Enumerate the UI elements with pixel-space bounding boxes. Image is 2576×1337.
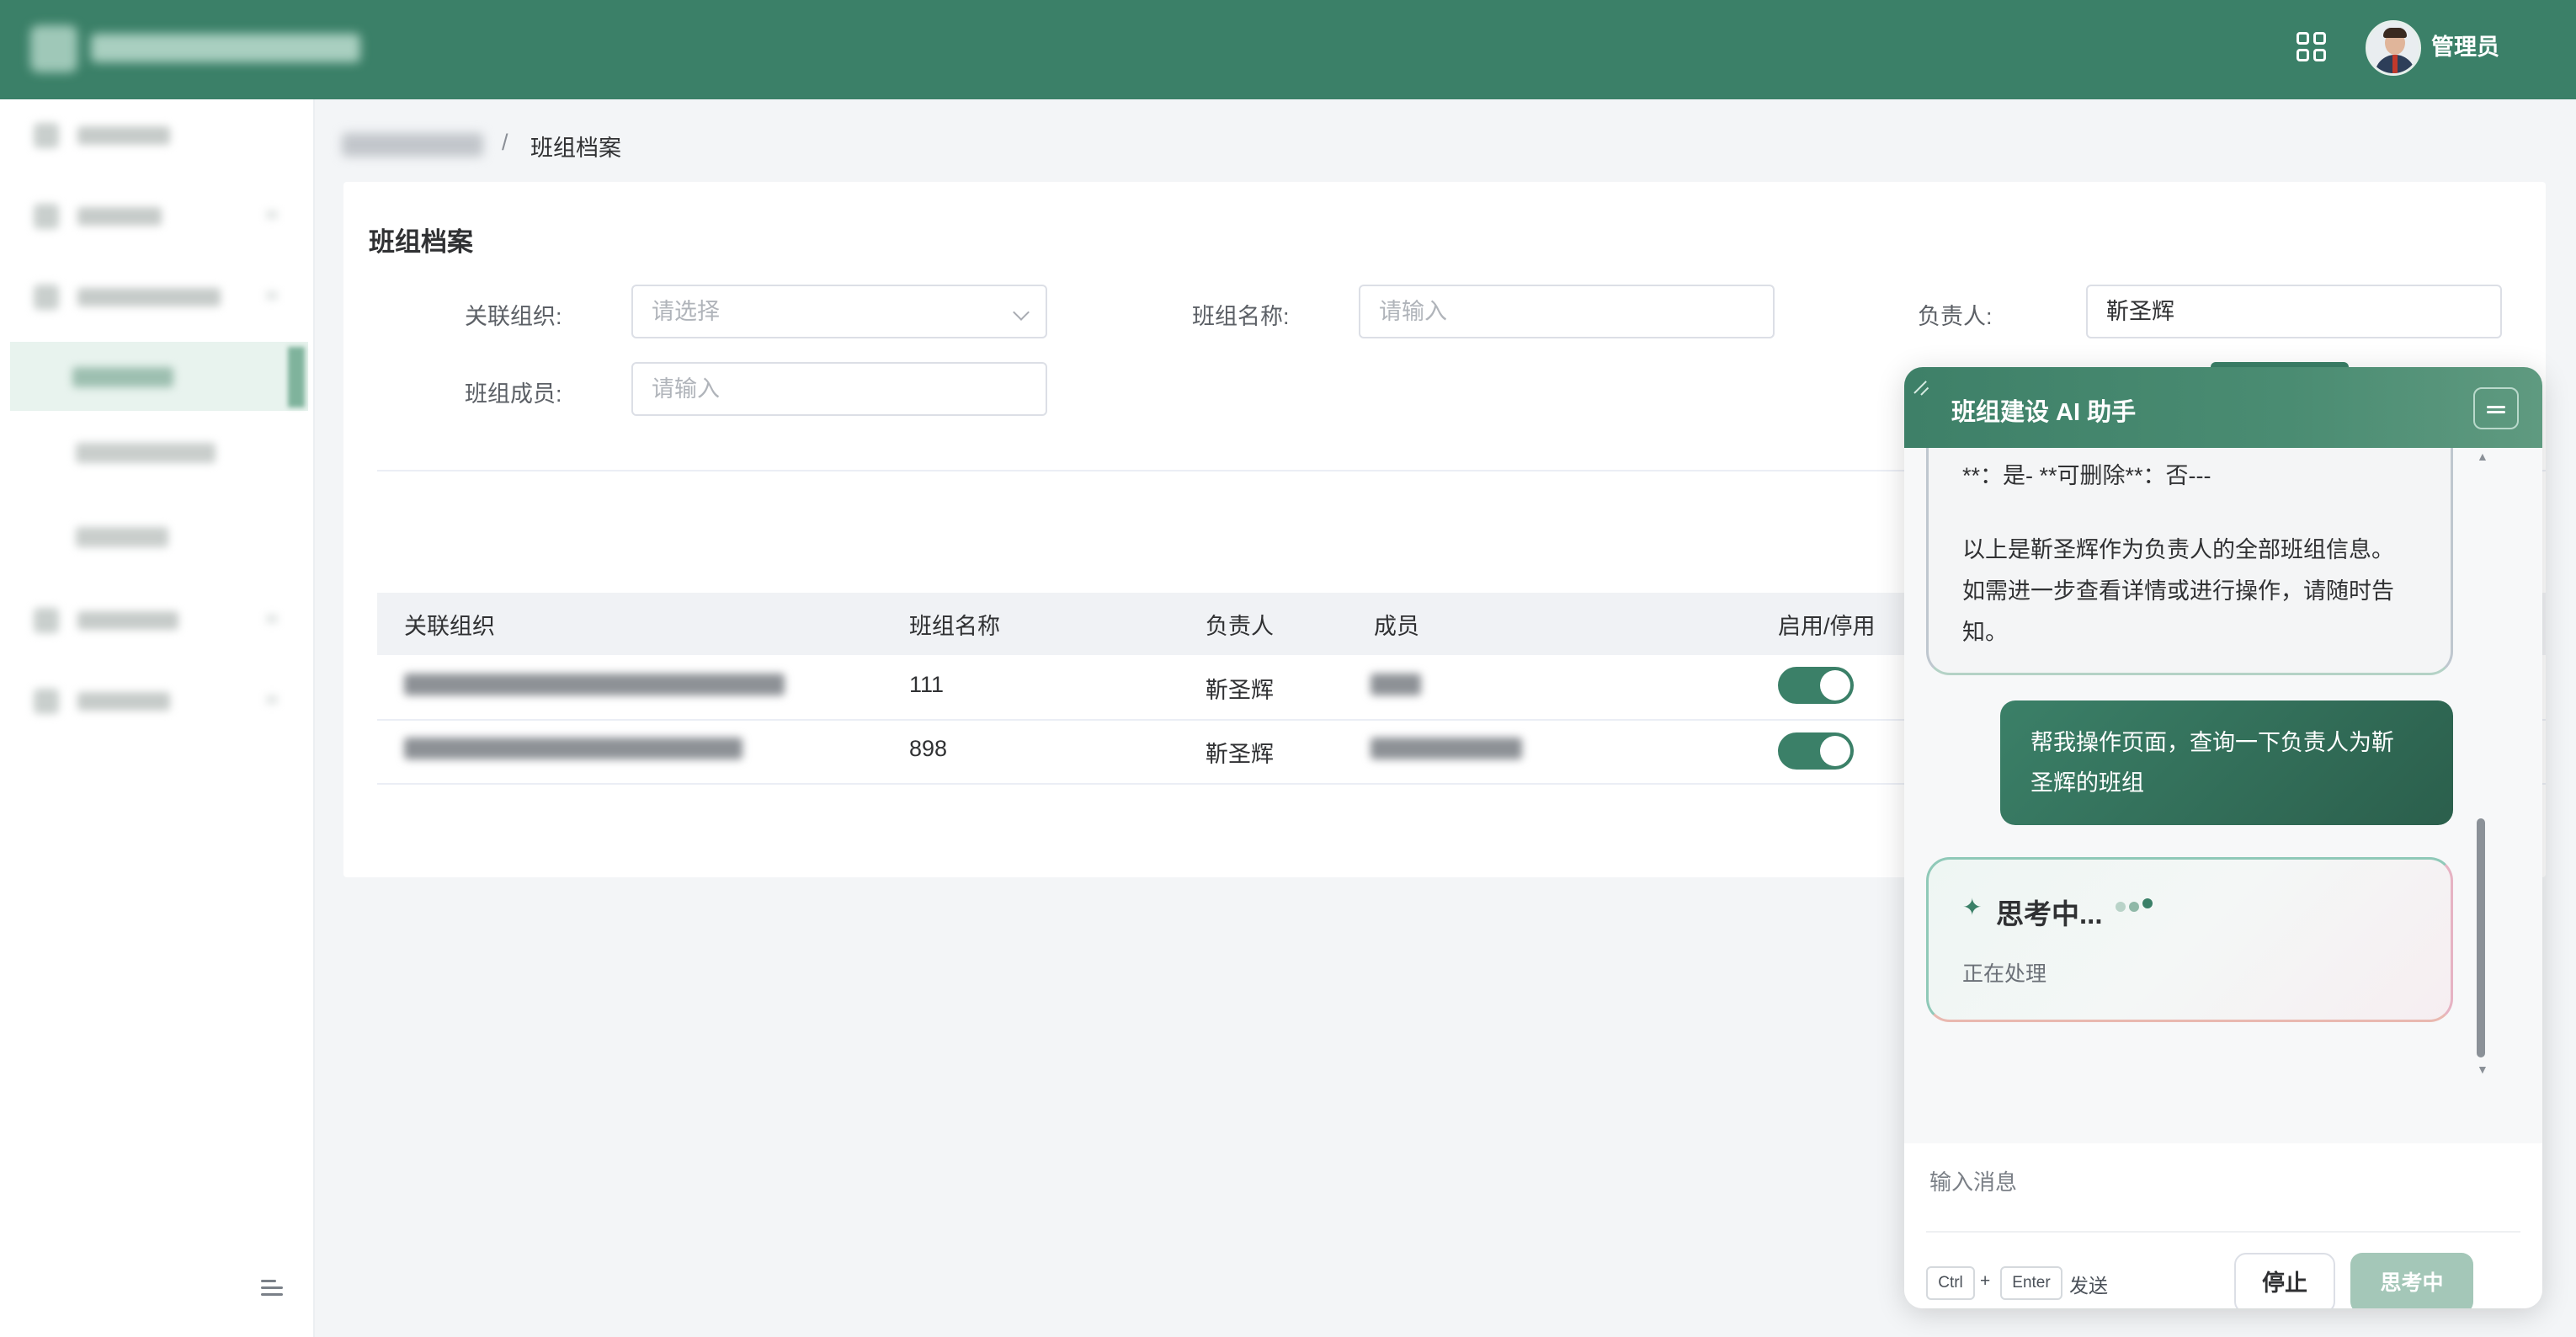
breadcrumb-current: 班组档案 [530, 136, 621, 161]
chat-messages: **：是- **可删除**：否--- 以上是靳圣辉作为负责人的全部班组信息。 如… [1904, 448, 2542, 1143]
minimize-icon[interactable] [2473, 387, 2519, 429]
ai-assistant-header[interactable]: 班组建设 AI 助手 [1904, 367, 2542, 448]
kbd-plus: + [1980, 1271, 1991, 1291]
scroll-down-icon[interactable]: ▼ [2477, 1063, 2488, 1076]
assistant-message-line: **：是- **可删除**：否--- [1962, 463, 2211, 488]
leader-label: 负责人: [1918, 304, 1993, 329]
thinking-message: ✦ 思考中... 正在处理 [1926, 857, 2453, 1022]
sidebar-collapse-icon[interactable] [258, 1273, 286, 1302]
column-header-leader: 负责人 [1206, 614, 1274, 639]
chat-input[interactable]: 输入消息 [1929, 1165, 2017, 1196]
input-divider [1926, 1231, 2520, 1233]
assistant-message-line: 如需进一步查看详情或进行操作，请随时告 [1962, 578, 2394, 604]
assistant-message-line: 以上是靳圣辉作为负责人的全部班组信息。 [1962, 537, 2394, 562]
column-header-members: 成员 [1374, 614, 1419, 639]
column-header-team-name: 班组名称 [909, 614, 1000, 639]
member-input-placeholder: 请输入 [652, 376, 720, 402]
ai-assistant-title: 班组建设 AI 助手 [1951, 399, 2137, 426]
kbd-enter: Enter [2000, 1266, 2062, 1300]
sidebar-item[interactable] [34, 118, 185, 152]
thinking-status: 正在处理 [1962, 962, 2047, 986]
status-toggle[interactable] [1778, 667, 1854, 704]
avatar[interactable] [2366, 20, 2421, 76]
user-message-line: 帮我操作页面，查询一下负责人为靳 [2030, 730, 2394, 755]
chat-composer: 输入消息 Ctrl + Enter 发送 停止 思考中 [1904, 1143, 2542, 1308]
column-header-status: 启用/停用 [1778, 614, 1876, 639]
breadcrumb-separator: / [502, 130, 508, 155]
ai-assistant-panel: 班组建设 AI 助手 **：是- **可删除**：否--- 以上是靳圣辉作为负责… [1904, 367, 2542, 1308]
column-header-org: 关联组织 [404, 614, 495, 639]
sidebar-subitem[interactable] [76, 527, 168, 547]
leader-input[interactable]: 靳圣辉 [2086, 285, 2502, 338]
row-org [404, 738, 742, 759]
org-label: 关联组织: [465, 304, 562, 329]
assistant-message-line: 知。 [1962, 620, 2008, 645]
member-label: 班组成员: [465, 381, 562, 407]
stop-button[interactable]: 停止 [2234, 1253, 2335, 1308]
row-members [1370, 738, 1522, 759]
apps-grid-icon[interactable] [2295, 30, 2329, 64]
sidebar-item[interactable] [34, 684, 278, 717]
org-select-placeholder: 请选择 [652, 299, 720, 324]
member-input[interactable]: 请输入 [631, 362, 1047, 416]
send-button[interactable]: 思考中 [2350, 1253, 2473, 1308]
sidebar-subitem[interactable] [76, 443, 216, 463]
sidebar-item-active[interactable] [10, 342, 308, 411]
kbd-ctrl: Ctrl [1926, 1266, 1975, 1300]
row-leader: 靳圣辉 [1206, 742, 1274, 767]
row-team-name: 111 [909, 672, 945, 697]
status-toggle[interactable] [1778, 732, 1854, 770]
chat-scrollbar-thumb[interactable] [2477, 818, 2485, 1057]
sparkle-icon: ✦ [1962, 894, 1983, 920]
top-bar: 管理员 [0, 0, 2576, 99]
team-name-label: 班组名称: [1192, 304, 1290, 329]
breadcrumb-parent[interactable] [342, 133, 483, 157]
user-message: 帮我操作页面，查询一下负责人为靳 圣辉的班组 [2000, 700, 2453, 825]
org-select[interactable]: 请选择 [631, 285, 1047, 338]
row-members [1370, 674, 1421, 695]
sidebar-item[interactable] [34, 280, 278, 313]
sidebar-item[interactable] [34, 603, 278, 637]
page-title: 班组档案 [369, 227, 473, 257]
user-name[interactable]: 管理员 [2431, 30, 2499, 64]
chevron-down-icon [1013, 304, 1030, 321]
sidebar-item[interactable] [34, 199, 278, 232]
row-leader: 靳圣辉 [1206, 678, 1274, 703]
user-message-line: 圣辉的班组 [2030, 770, 2144, 796]
leader-input-value: 靳圣辉 [2106, 299, 2174, 324]
thinking-title: 思考中... [1996, 898, 2103, 930]
assistant-message: **：是- **可删除**：否--- 以上是靳圣辉作为负责人的全部班组信息。 如… [1926, 448, 2453, 675]
row-team-name: 898 [909, 736, 948, 761]
resize-handle-icon[interactable] [1911, 374, 1936, 399]
team-name-placeholder: 请输入 [1379, 299, 1447, 324]
shortcut-send-label: 发送 [2069, 1275, 2108, 1297]
sidebar [0, 99, 315, 1337]
row-org [404, 674, 785, 695]
app-logo[interactable] [30, 22, 367, 76]
scroll-up-icon[interactable]: ▲ [2477, 450, 2488, 463]
team-name-input[interactable]: 请输入 [1359, 285, 1775, 338]
